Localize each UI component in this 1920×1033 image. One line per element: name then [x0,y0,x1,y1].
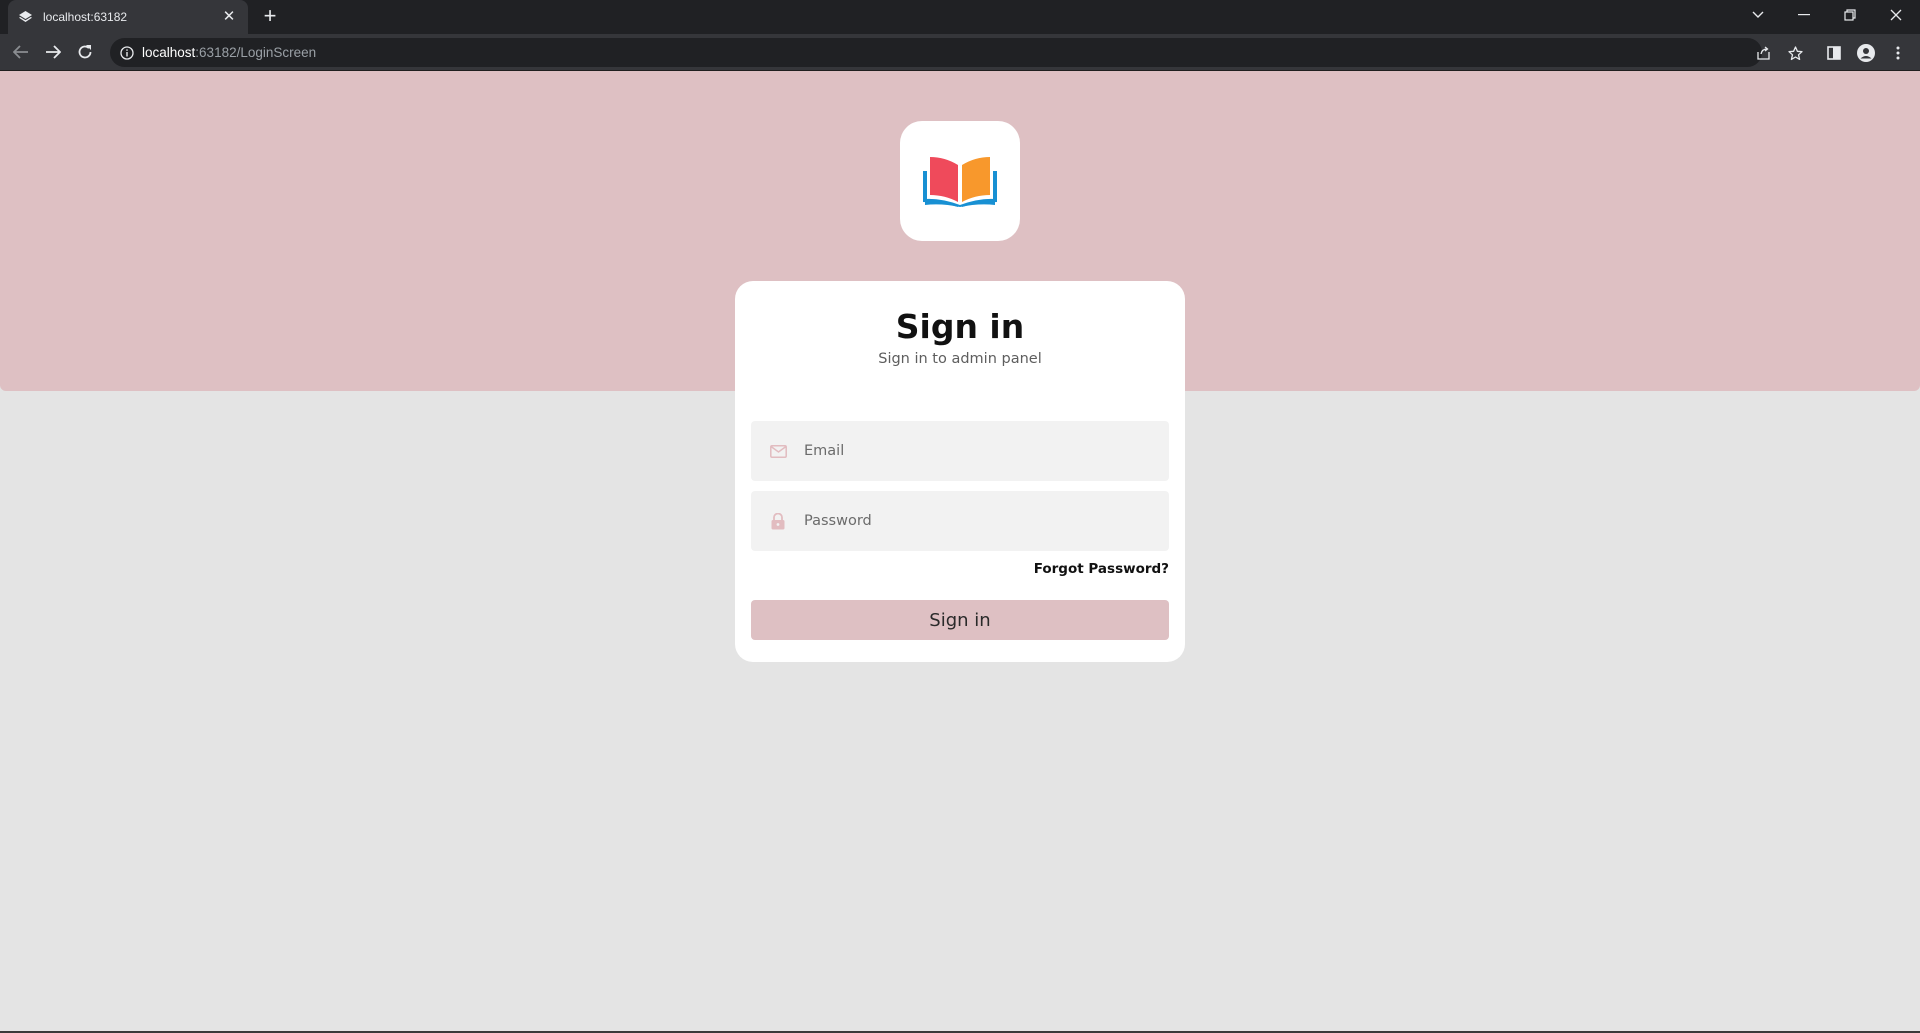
tab-favicon-icon [18,10,32,24]
back-icon[interactable] [8,39,34,65]
page-viewport: Sign in Sign in to admin panel Forgot Pa… [0,71,1920,1033]
close-window-icon[interactable] [1876,0,1916,30]
signin-button[interactable]: Sign in [751,600,1169,640]
new-tab-button[interactable]: + [258,5,282,28]
share-icon[interactable] [1754,44,1772,62]
signin-card: Sign in Sign in to admin panel Forgot Pa… [735,281,1185,662]
address-bar[interactable]: localhost:63182/LoginScreen [110,38,1803,67]
side-panel-icon[interactable] [1824,43,1844,63]
menu-kebab-icon[interactable] [1888,43,1908,63]
url-host: localhost [142,45,196,60]
app-logo [900,121,1020,241]
email-field[interactable] [751,421,1169,481]
password-input[interactable] [804,501,1144,541]
tab-search-icon[interactable] [1738,0,1778,30]
bookmark-star-icon[interactable] [1786,44,1804,62]
page-subtitle: Sign in to admin panel [878,351,1042,367]
password-field[interactable] [751,491,1169,551]
url-path: :63182/LoginScreen [195,45,317,60]
tab-close-icon[interactable]: ✕ [220,8,238,26]
page-title: Sign in [895,307,1025,346]
browser-toolbar: localhost:63182/LoginScreen [0,34,1920,71]
browser-tabstrip: localhost:63182 ✕ + [0,0,1920,34]
profile-icon[interactable] [1856,43,1876,63]
email-input[interactable] [804,431,1144,471]
browser-tab[interactable]: localhost:63182 ✕ [8,0,248,34]
open-book-icon [923,155,997,207]
reload-icon[interactable] [72,39,98,65]
site-info-icon[interactable] [120,45,134,60]
forward-icon[interactable] [40,39,66,65]
mail-icon [769,442,787,460]
lock-icon [769,512,787,530]
forgot-password-link[interactable]: Forgot Password? [1034,561,1169,577]
restore-icon[interactable] [1830,0,1870,30]
minimize-icon[interactable] [1784,0,1824,30]
tab-title: localhost:63182 [43,10,128,24]
